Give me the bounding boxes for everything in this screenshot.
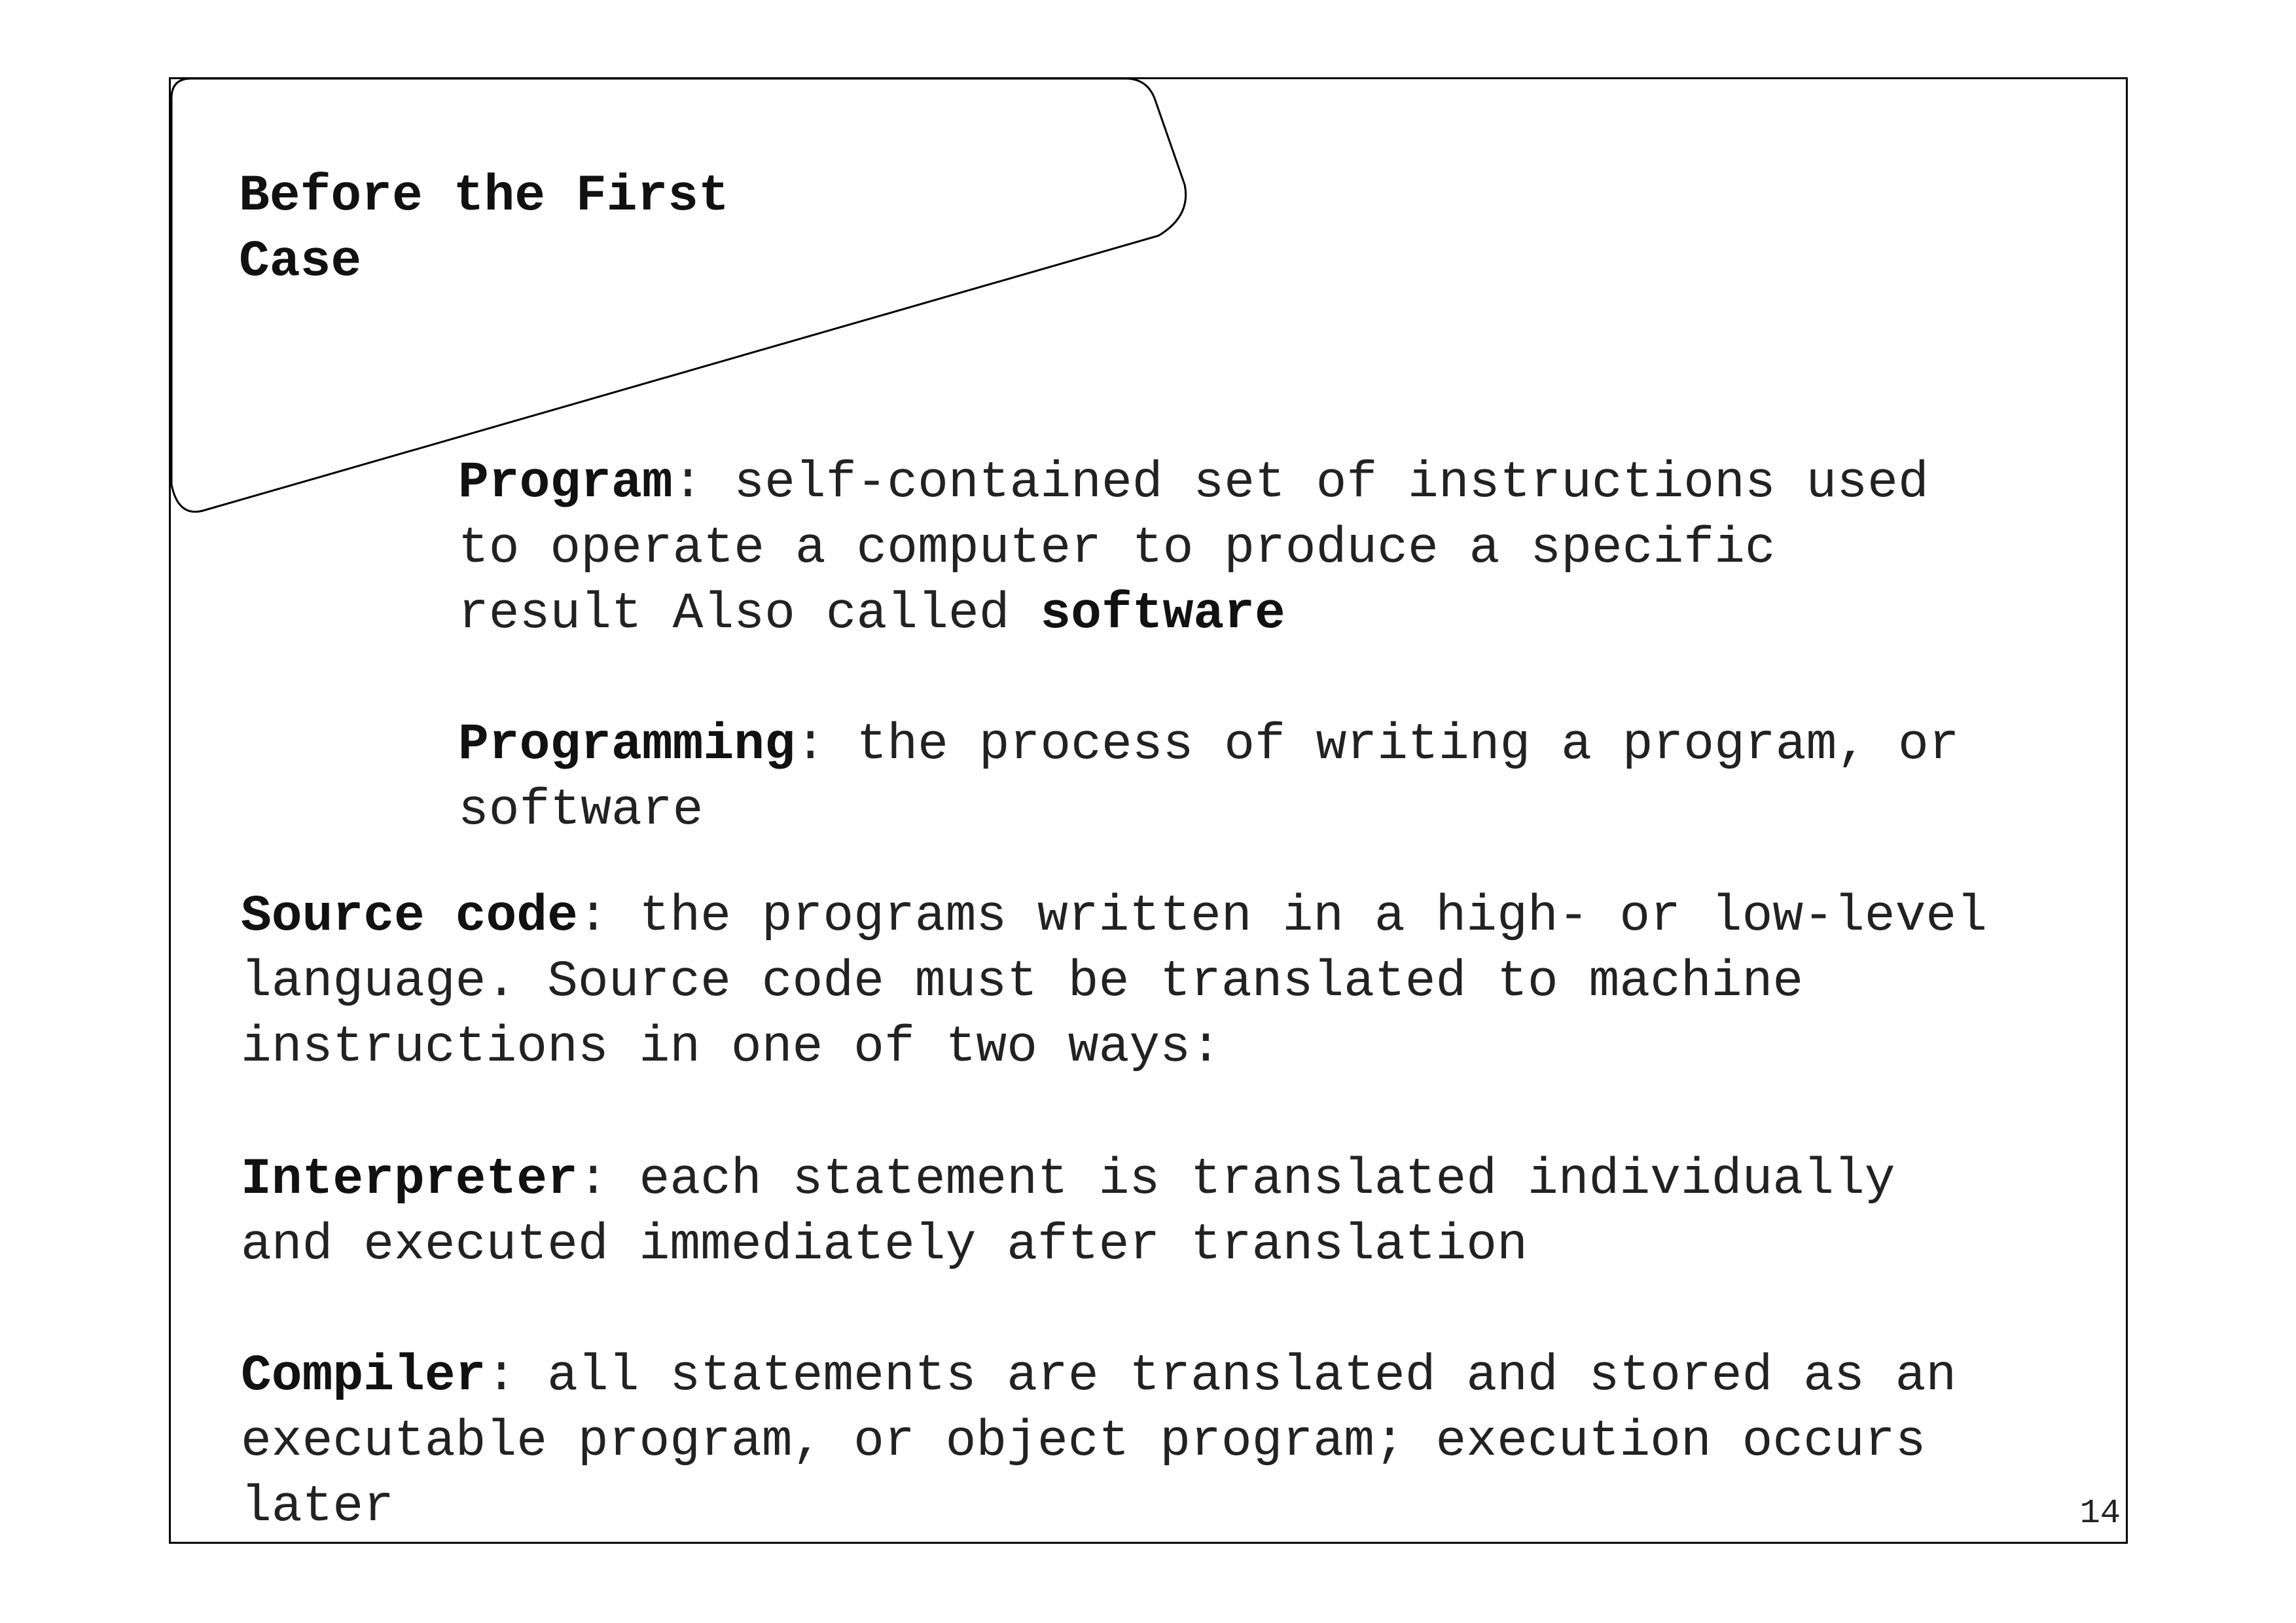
- definition-line: executable program, or object program; e…: [241, 1413, 1926, 1470]
- term-source-code: Source code: [241, 888, 578, 945]
- slide-title: Before the First Case: [239, 164, 828, 295]
- definition-line: to operate a computer to produce a speci…: [458, 520, 1776, 577]
- definition-line: Programming: the process of writing a pr…: [458, 712, 1960, 778]
- term-program: Program: [458, 454, 673, 512]
- term-software-emphasis: software: [1040, 585, 1285, 643]
- slide-title-line-1: Before the First: [239, 168, 729, 225]
- slide-title-line-2: Case: [239, 233, 362, 291]
- definition-compiler: Compiler: all statements are translated …: [241, 1343, 1956, 1540]
- definition-source-code: Source code: the programs written in a h…: [241, 884, 1987, 1080]
- definition-line: instructions in one of two ways:: [241, 1019, 1221, 1076]
- term-programming: Programming: [458, 716, 795, 774]
- definition-line: and executed immediately after translati…: [241, 1216, 1528, 1274]
- definition-line: later: [241, 1478, 395, 1536]
- definition-line: language. Source code must be translated…: [241, 953, 1804, 1011]
- definition-line: result Also called software: [458, 581, 1929, 647]
- definition-text: : the process of writing a program, or: [795, 716, 1960, 774]
- definition-text: : the programs written in a high- or low…: [577, 888, 1988, 945]
- definition-line: Interpreter: each statement is translate…: [241, 1147, 1895, 1213]
- definition-text: result Also called: [458, 585, 1041, 643]
- definition-text: : self-contained set of instructions use…: [672, 454, 1929, 512]
- definition-line: Compiler: all statements are translated …: [241, 1343, 1956, 1409]
- definition-line: Program: self-contained set of instructi…: [458, 450, 1929, 516]
- definition-interpreter: Interpreter: each statement is translate…: [241, 1147, 1895, 1278]
- term-interpreter: Interpreter: [241, 1151, 578, 1209]
- definition-program: Program: self-contained set of instructi…: [458, 450, 1929, 647]
- definition-line: software: [458, 782, 704, 839]
- page-number: 14: [2079, 1494, 2121, 1533]
- definition-text: : all statements are translated and stor…: [486, 1347, 1957, 1405]
- definition-text: : each statement is translated individua…: [577, 1151, 1895, 1209]
- slide-page: Before the First Case Program: self-cont…: [0, 0, 2296, 1623]
- term-compiler: Compiler: [241, 1347, 486, 1405]
- definition-programming: Programming: the process of writing a pr…: [458, 712, 1960, 843]
- definition-line: Source code: the programs written in a h…: [241, 884, 1987, 949]
